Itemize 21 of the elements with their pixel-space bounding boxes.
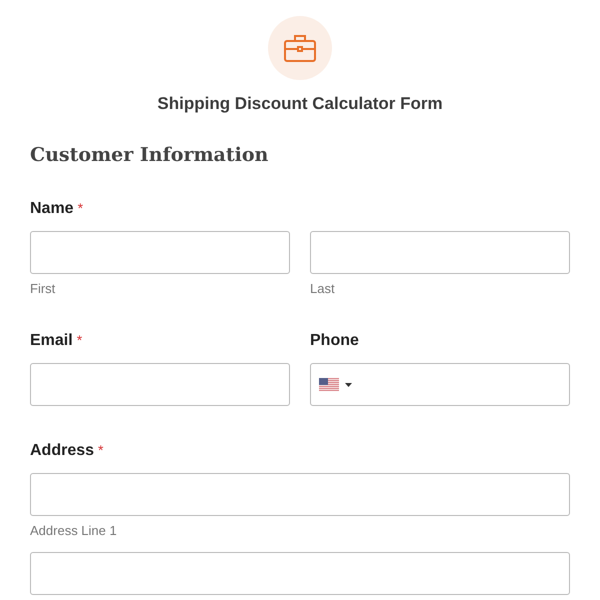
input-field[interactable]	[30, 552, 570, 595]
briefcase-icon	[284, 34, 316, 62]
form-title: Shipping Discount Calculator Form	[157, 94, 443, 114]
input-field[interactable]	[30, 231, 290, 274]
input-field[interactable]	[30, 363, 290, 406]
field-sublabel: Address Line 1	[30, 523, 118, 538]
phone-field[interactable]	[310, 363, 570, 406]
section-heading: Customer Information	[30, 144, 270, 166]
field-sublabel: Last	[310, 281, 336, 296]
input-field[interactable]	[30, 473, 570, 516]
field-label: Email	[30, 332, 73, 350]
caret-icon[interactable]	[345, 382, 352, 386]
flag-icon	[319, 378, 339, 391]
input-field[interactable]	[310, 231, 570, 274]
field-label: Name	[30, 200, 74, 218]
required-mark: *	[78, 200, 84, 216]
field-label: Address	[30, 442, 94, 460]
field-label: Phone	[310, 332, 359, 350]
required-mark: *	[76, 332, 82, 348]
required-mark: *	[98, 442, 104, 458]
field-sublabel: First	[30, 281, 56, 296]
